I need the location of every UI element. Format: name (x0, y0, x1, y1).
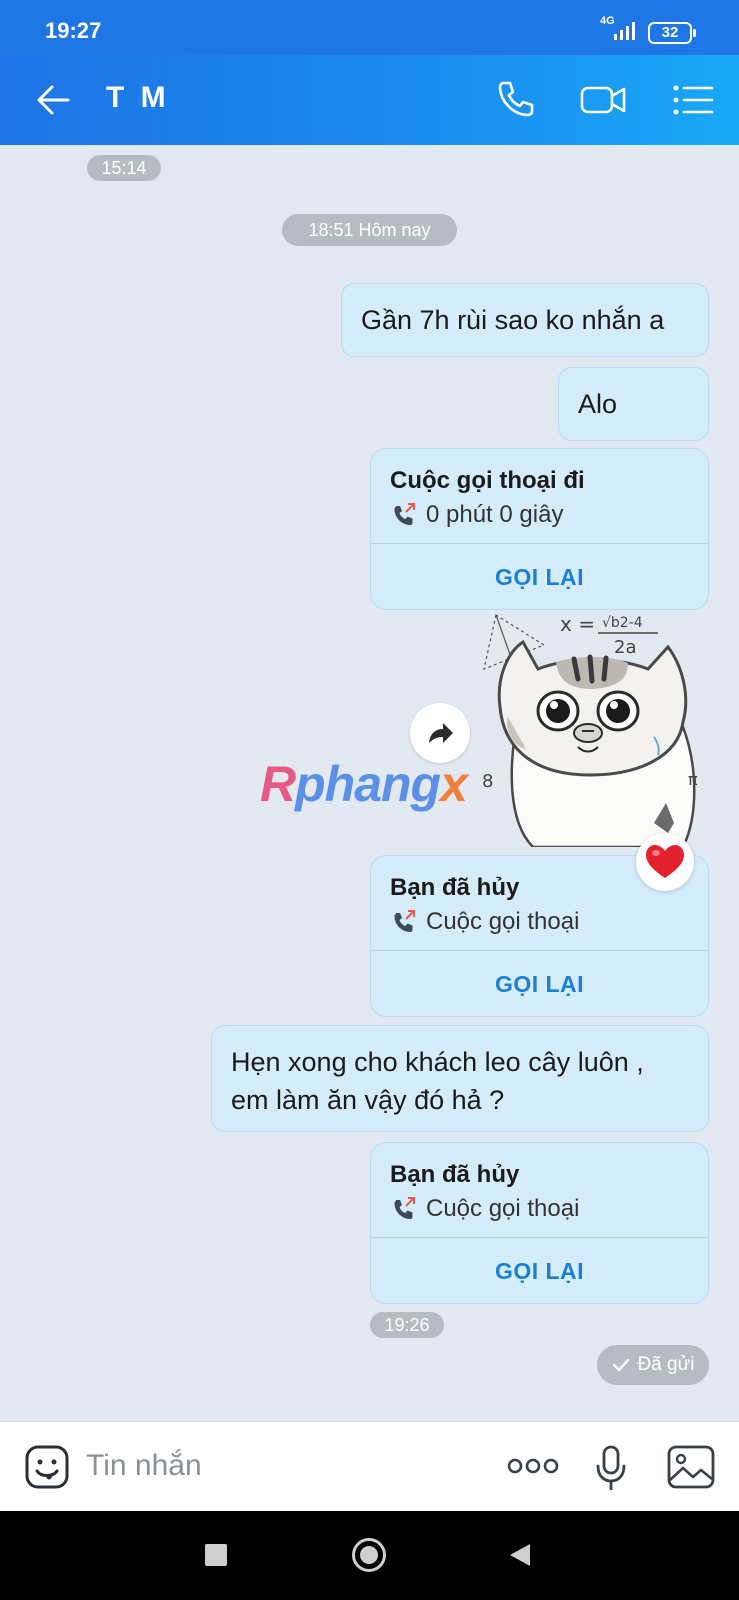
call-title: Bạn đã hủy (390, 1161, 520, 1188)
call-log-card: Cuộc gọi thoại đi 0 phút 0 giây GỌI LẠI (370, 448, 709, 610)
message-input[interactable]: Tin nhắn (86, 1449, 202, 1483)
microphone-icon[interactable] (592, 1444, 630, 1494)
recent-apps-button[interactable] (205, 1544, 227, 1566)
call-type: Cuộc gọi thoại (426, 908, 580, 935)
message-list[interactable]: 15:14 18:51 Hôm nay Gần 7h rùi sao ko nh… (0, 145, 739, 1421)
phone-call-icon[interactable] (490, 75, 540, 125)
chat-header: T M (0, 55, 739, 145)
status-time: 19:27 (45, 18, 102, 43)
status-bar: 19:27 4G 32 (0, 0, 739, 55)
heart-reaction-icon[interactable] (636, 833, 694, 891)
cat-sticker-image[interactable]: x = √b2-4 2a π 8 (478, 607, 718, 847)
outgoing-call-icon (394, 910, 415, 932)
video-call-icon[interactable] (578, 75, 628, 125)
call-back-button[interactable]: GỌI LẠI (371, 544, 708, 610)
svg-text:2a: 2a (614, 637, 636, 658)
outgoing-call-icon (394, 503, 415, 525)
share-forward-icon[interactable] (410, 703, 470, 763)
call-title: Bạn đã hủy (390, 874, 520, 901)
signal-icon (614, 22, 635, 40)
call-duration: 0 phút 0 giây (426, 501, 564, 528)
timestamp-pill: 15:14 (87, 155, 161, 181)
svg-text:8: 8 (482, 771, 493, 792)
home-button[interactable] (352, 1538, 386, 1572)
svg-text:π: π (688, 770, 698, 789)
back-arrow-icon[interactable] (30, 77, 76, 123)
more-options-icon[interactable] (506, 1454, 560, 1478)
message-bubble[interactable]: Hẹn xong cho khách leo cây luôn , em làm… (211, 1025, 709, 1132)
message-text-line: Hẹn xong cho khách leo cây luôn , (231, 1047, 644, 1077)
battery-indicator: 32 (648, 22, 696, 44)
call-log-card: Bạn đã hủy Cuộc gọi thoại GỌI LẠI (370, 1142, 709, 1304)
message-text-line: em làm ăn vậy đó hả ? (231, 1085, 505, 1115)
emoji-sticker-icon[interactable] (24, 1444, 70, 1490)
message-text: Gần 7h rùi sao ko nhắn a (361, 305, 665, 335)
date-divider-pill: 18:51 Hôm nay (282, 214, 457, 246)
back-button-icon[interactable] (508, 1542, 532, 1568)
outgoing-call-icon (394, 1197, 415, 1219)
svg-text:√b2-4: √b2-4 (602, 615, 643, 631)
svg-text:x =: x = (560, 612, 595, 636)
call-type: Cuộc gọi thoại (426, 1195, 580, 1222)
call-back-button[interactable]: GỌI LẠI (371, 1238, 708, 1304)
image-gallery-icon[interactable] (666, 1444, 716, 1490)
system-navigation-bar (0, 1511, 739, 1600)
menu-list-icon[interactable] (668, 75, 718, 125)
sent-status-text: Đã gửi (637, 1354, 695, 1375)
contact-name[interactable]: T M (106, 81, 170, 115)
check-icon (613, 1358, 630, 1372)
message-bubble[interactable]: Alo (558, 367, 709, 441)
message-bubble[interactable]: Gần 7h rùi sao ko nhắn a (341, 283, 709, 357)
watermark-text: Rphangx (260, 756, 468, 812)
message-text: Alo (578, 389, 618, 419)
call-subtitle: 0 phút 0 giây (390, 501, 563, 529)
call-subtitle: Cuộc gọi thoại (390, 908, 579, 936)
call-subtitle: Cuộc gọi thoại (390, 1195, 579, 1223)
call-back-button[interactable]: GỌI LẠI (371, 951, 708, 1017)
message-input-bar: Tin nhắn (0, 1421, 739, 1511)
sent-status-badge: Đã gửi (597, 1345, 709, 1385)
timestamp-pill: 19:26 (370, 1312, 444, 1338)
call-title: Cuộc gọi thoại đi (390, 467, 585, 494)
